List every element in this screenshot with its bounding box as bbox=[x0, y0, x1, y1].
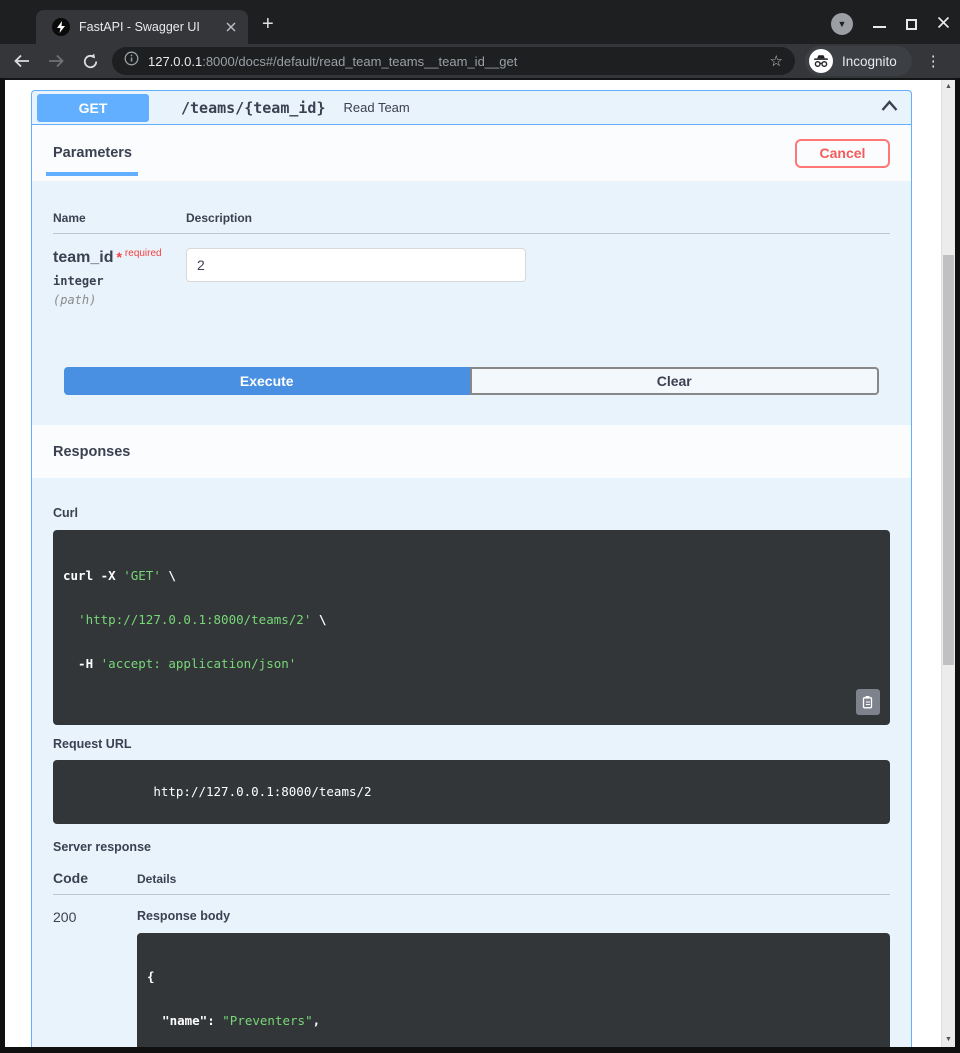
browser-tab[interactable]: FastAPI - Swagger UI bbox=[36, 10, 248, 44]
details-column-header: Details bbox=[137, 872, 176, 886]
http-method-badge: GET bbox=[37, 94, 149, 122]
copy-curl-button[interactable] bbox=[856, 689, 880, 715]
site-info-icon[interactable] bbox=[124, 51, 139, 71]
page-scrollbar[interactable]: ▲ ▼ bbox=[941, 80, 955, 1047]
curl-accept: 'accept: application/json' bbox=[101, 656, 297, 671]
incognito-icon bbox=[809, 49, 833, 73]
cancel-button[interactable]: Cancel bbox=[795, 139, 890, 168]
json-open-brace: { bbox=[147, 969, 155, 984]
curl-cont: \ bbox=[161, 568, 176, 583]
server-response-table-head: Code Details bbox=[53, 870, 890, 895]
maximize-button[interactable] bbox=[906, 19, 917, 30]
browser-window: FastAPI - Swagger UI + ▼ bbox=[0, 0, 960, 1053]
parameter-value-cell bbox=[186, 248, 526, 307]
swagger-page: GET /teams/{team_id} Read Team Parameter… bbox=[5, 80, 941, 1047]
back-icon[interactable] bbox=[10, 54, 34, 68]
bookmark-star-icon[interactable]: ☆ bbox=[770, 54, 783, 69]
curl-cmd: curl -X bbox=[63, 568, 123, 583]
parameter-name: team_id bbox=[53, 249, 113, 266]
response-body-block: { "name": "Preventers", "headquarters": … bbox=[137, 933, 890, 1047]
browser-updates-icon[interactable]: ▼ bbox=[831, 13, 853, 35]
url-host: 127.0.0.1 bbox=[148, 54, 202, 69]
page-content-area: GET /teams/{team_id} Read Team Parameter… bbox=[5, 78, 955, 1047]
request-url-value: http://127.0.0.1:8000/teams/2 bbox=[153, 784, 371, 799]
operation-block: GET /teams/{team_id} Read Team Parameter… bbox=[31, 90, 912, 1047]
parameter-meta: team_id* required integer (path) bbox=[53, 248, 186, 307]
col-description-header: Description bbox=[186, 211, 252, 225]
json-line: "name": "Preventers", bbox=[147, 1014, 880, 1029]
url-bar[interactable]: 127.0.0.1:8000/docs#/default/read_team_t… bbox=[112, 47, 795, 75]
json-colon: : bbox=[207, 1013, 222, 1028]
collapse-chevron-icon[interactable] bbox=[880, 99, 899, 117]
parameters-section-header: Parameters Cancel bbox=[32, 125, 911, 181]
active-tab-underline bbox=[46, 172, 138, 176]
parameters-title: Parameters bbox=[53, 145, 132, 161]
json-key: "name" bbox=[147, 1013, 207, 1028]
curl-line: 'http://127.0.0.1:8000/teams/2' \ bbox=[63, 613, 880, 628]
responses-title: Responses bbox=[53, 444, 130, 460]
clear-button[interactable]: Clear bbox=[470, 367, 880, 395]
operation-summary[interactable]: GET /teams/{team_id} Read Team bbox=[32, 91, 911, 125]
responses-section-header: Responses bbox=[32, 425, 911, 478]
close-window-button[interactable] bbox=[937, 16, 950, 33]
response-details-cell: Response body { "name": "Preventers", "h… bbox=[137, 909, 890, 1047]
curl-line: curl -X 'GET' \ bbox=[63, 569, 880, 584]
tab-strip: FastAPI - Swagger UI + ▼ bbox=[0, 0, 960, 44]
tab-close-icon[interactable] bbox=[224, 19, 238, 36]
parameters-table-head: Name Description bbox=[53, 211, 890, 234]
endpoint-path: /teams/{team_id} bbox=[181, 99, 326, 117]
scrollbar-thumb[interactable] bbox=[943, 255, 954, 665]
scroll-down-icon[interactable]: ▼ bbox=[942, 1033, 955, 1047]
scroll-up-icon[interactable]: ▲ bbox=[942, 80, 955, 94]
fastapi-favicon-icon bbox=[52, 18, 70, 36]
request-url-block: http://127.0.0.1:8000/teams/2 bbox=[53, 760, 890, 824]
parameter-type: integer bbox=[53, 274, 186, 288]
url-path: :8000/docs#/default/read_team_teams__tea… bbox=[202, 54, 517, 69]
minimize-button[interactable] bbox=[873, 26, 886, 28]
server-response-label: Server response bbox=[53, 840, 890, 854]
incognito-badge: Incognito bbox=[805, 46, 912, 76]
forward-icon[interactable] bbox=[44, 54, 68, 68]
parameter-location: (path) bbox=[53, 293, 186, 307]
curl-command-block: curl -X 'GET' \ 'http://127.0.0.1:8000/t… bbox=[53, 530, 890, 725]
reload-icon[interactable] bbox=[78, 53, 102, 70]
team-id-input[interactable] bbox=[186, 248, 526, 282]
curl-label: Curl bbox=[53, 506, 890, 520]
execute-bar: Execute Clear bbox=[64, 367, 879, 395]
endpoint-summary: Read Team bbox=[344, 100, 881, 115]
curl-header-flag: -H bbox=[63, 656, 101, 671]
responses-body: Curl curl -X 'GET' \ 'http://127.0.0.1:8… bbox=[32, 478, 911, 1047]
required-label: required bbox=[125, 248, 162, 259]
execute-button[interactable]: Execute bbox=[64, 367, 470, 395]
curl-url: 'http://127.0.0.1:8000/teams/2' bbox=[78, 612, 311, 627]
response-body-label: Response body bbox=[137, 909, 890, 923]
url-text: 127.0.0.1:8000/docs#/default/read_team_t… bbox=[148, 54, 761, 69]
curl-line: -H 'accept: application/json' bbox=[63, 657, 880, 672]
curl-cont: \ bbox=[311, 612, 326, 627]
status-code: 200 bbox=[53, 909, 137, 1047]
json-line: { bbox=[147, 970, 880, 985]
tab-title: FastAPI - Swagger UI bbox=[79, 20, 215, 34]
request-url-label: Request URL bbox=[53, 737, 890, 751]
json-comma: , bbox=[313, 1013, 321, 1028]
curl-indent bbox=[63, 612, 78, 627]
parameters-body: Name Description team_id* required intege… bbox=[32, 181, 911, 425]
parameter-row: team_id* required integer (path) bbox=[53, 234, 890, 307]
incognito-label: Incognito bbox=[842, 54, 897, 69]
col-name-header: Name bbox=[53, 211, 186, 225]
new-tab-button[interactable]: + bbox=[262, 14, 274, 34]
code-column-header: Code bbox=[53, 870, 137, 886]
server-response-row: 200 Response body { "name": "Preventers"… bbox=[53, 895, 890, 1047]
window-controls: ▼ bbox=[831, 13, 950, 35]
browser-toolbar: 127.0.0.1:8000/docs#/default/read_team_t… bbox=[0, 44, 960, 78]
curl-method: 'GET' bbox=[123, 568, 161, 583]
required-star: * bbox=[116, 249, 121, 265]
browser-menu-icon[interactable]: ⋮ bbox=[926, 52, 941, 70]
json-string-value: "Preventers" bbox=[222, 1013, 312, 1028]
